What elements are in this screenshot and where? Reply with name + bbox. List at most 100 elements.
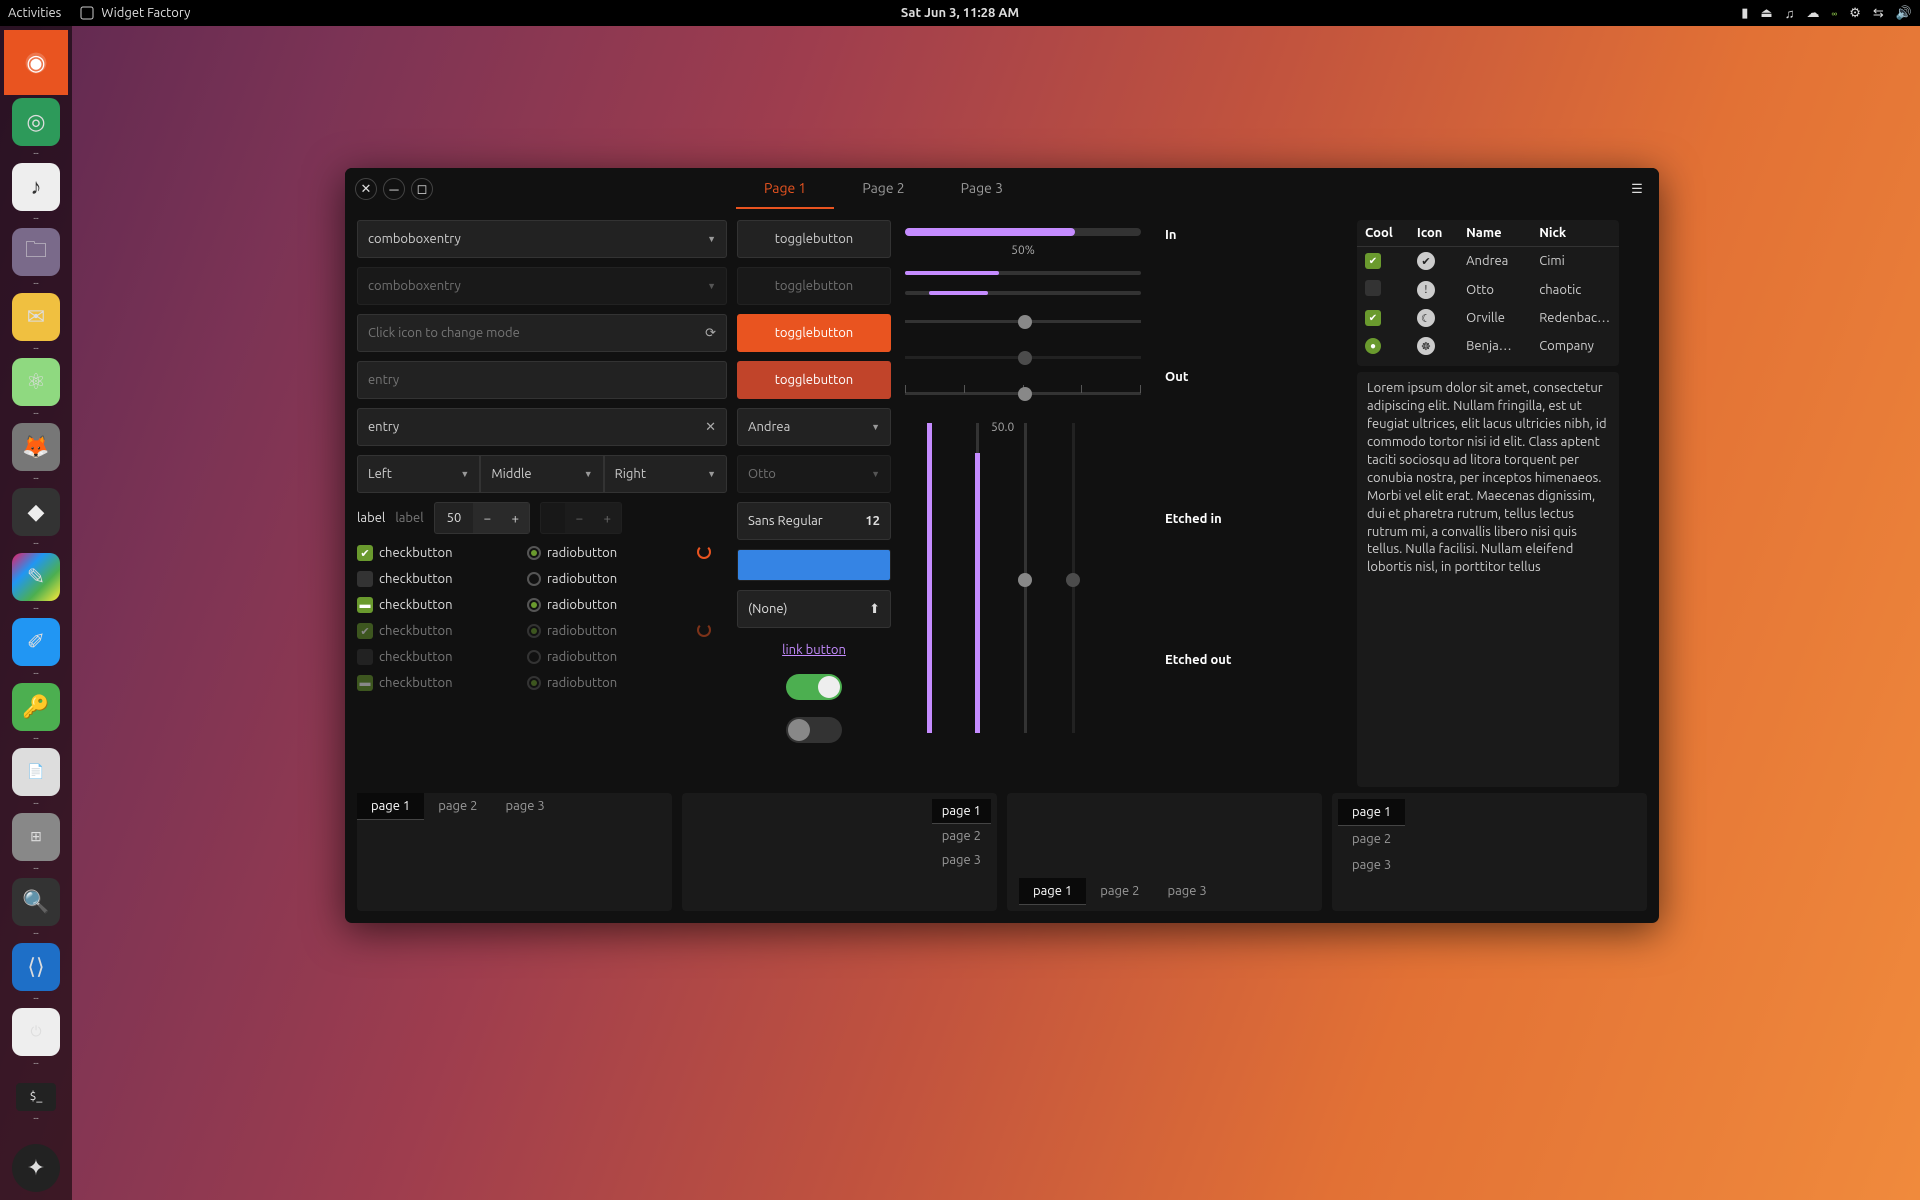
file-button[interactable]: (None) ⬆ <box>737 590 891 628</box>
dock-inkscape[interactable]: ◆-- <box>4 485 68 550</box>
dock-music[interactable]: ♪-- <box>4 160 68 225</box>
th-icon[interactable]: Icon <box>1409 220 1458 247</box>
dock-disk[interactable]: ⊞-- <box>4 810 68 875</box>
nbright-p2[interactable]: page 2 <box>932 824 991 848</box>
combo-right[interactable]: Right <box>604 455 727 493</box>
combo-left[interactable]: Left <box>357 455 480 493</box>
switch-off[interactable] <box>786 717 842 743</box>
hslider-ticks[interactable] <box>905 383 1141 403</box>
nbtop-p1[interactable]: page 1 <box>357 793 424 820</box>
progressbar-3 <box>905 291 1141 295</box>
nbbot-p1[interactable]: page 1 <box>1019 878 1086 905</box>
dock-compass[interactable]: ✦ <box>4 1135 68 1200</box>
checkbutton-1[interactable]: ✔checkbutton <box>357 545 527 561</box>
table-row[interactable]: ●☸Benja…Company <box>1357 332 1619 360</box>
dock-mail[interactable]: ✉-- <box>4 290 68 355</box>
nbright-p3[interactable]: page 3 <box>932 848 991 872</box>
nbtop-p2[interactable]: page 2 <box>424 793 491 820</box>
dock-files[interactable]: 🗀-- <box>4 225 68 290</box>
color-button[interactable] <box>737 549 891 581</box>
upload-icon: ⬆ <box>869 602 880 617</box>
entry-blank[interactable] <box>357 361 727 399</box>
battery-icon[interactable]: ▮ <box>1741 6 1748 21</box>
combo-middle[interactable]: Middle <box>480 455 603 493</box>
dock-doc[interactable]: 📄-- <box>4 745 68 810</box>
nbleft-p3[interactable]: page 3 <box>1338 852 1405 878</box>
maximize-button[interactable]: ◻ <box>411 178 433 200</box>
nbbot-p3[interactable]: page 3 <box>1154 878 1221 905</box>
notebook-right: page 1 page 2 page 3 <box>682 793 997 911</box>
dock-code[interactable]: ⟨⟩-- <box>4 940 68 1005</box>
combo-andrea[interactable]: Andrea <box>737 408 891 446</box>
header-tab-page3[interactable]: Page 3 <box>933 169 1031 209</box>
dock-atom[interactable]: ⚛-- <box>4 355 68 420</box>
header-tab-page1[interactable]: Page 1 <box>736 169 834 209</box>
radiobutton-1[interactable]: radiobutton <box>527 545 697 561</box>
settings-icon[interactable]: ⚙ <box>1849 6 1861 21</box>
font-button[interactable]: Sans Regular12 <box>737 502 891 540</box>
cloud-icon[interactable]: ☁ <box>1806 6 1819 21</box>
close-button[interactable]: ✕ <box>355 178 377 200</box>
spinbutton[interactable]: 50 − + <box>434 502 531 534</box>
nbleft-p1[interactable]: page 1 <box>1338 799 1405 826</box>
header-tab-page2[interactable]: Page 2 <box>834 169 932 209</box>
table-row[interactable]: !Ottochaotic <box>1357 275 1619 304</box>
vslider-3[interactable] <box>1015 423 1035 733</box>
hamburger-menu[interactable]: ☰ <box>1625 177 1649 201</box>
nbright-p1[interactable]: page 1 <box>932 799 991 824</box>
mode-entry[interactable]: ⟳ <box>357 314 727 352</box>
dock-toggle[interactable]: ⏻-- <box>4 1005 68 1070</box>
label-2: label <box>395 511 423 525</box>
clock[interactable]: Sat Jun 3, 11:28 AM <box>901 6 1019 20</box>
link-button[interactable]: link button <box>737 643 891 657</box>
comboboxentry-1[interactable]: comboboxentry <box>357 220 727 258</box>
dock-ubuntu[interactable]: ◉ <box>4 30 68 95</box>
th-nick[interactable]: Nick <box>1531 220 1619 247</box>
radiobutton-2[interactable]: radiobutton <box>527 571 697 587</box>
network-icon[interactable]: ⇆ <box>1873 6 1884 21</box>
nbleft-p2[interactable]: page 2 <box>1338 826 1405 852</box>
activities-button[interactable]: Activities <box>8 6 61 20</box>
spinner-icon-disabled <box>697 623 711 637</box>
table-row[interactable]: ✔✔AndreaCimi <box>1357 247 1619 276</box>
frame-in: In <box>1155 220 1347 362</box>
spin-minus-disabled: − <box>565 503 593 533</box>
nbbot-p2[interactable]: page 2 <box>1086 878 1153 905</box>
dock-terminal[interactable]: $_-- <box>4 1070 68 1135</box>
switch-on[interactable] <box>786 674 842 700</box>
togglebutton-1[interactable]: togglebutton <box>737 220 891 258</box>
th-name[interactable]: Name <box>1458 220 1531 247</box>
eject-icon[interactable]: ⏏ <box>1760 6 1772 21</box>
dock: ◉ ◎-- ♪-- 🗀-- ✉-- ⚛-- 🦊-- ◆-- ✎-- ✐-- 🔑-… <box>0 26 72 1200</box>
spin-minus[interactable]: − <box>473 503 501 533</box>
treeview[interactable]: Cool Icon Name Nick ✔✔AndreaCimi!Ottocha… <box>1357 220 1619 360</box>
table-row[interactable]: ✔☾OrvilleRedenbac… <box>1357 304 1619 332</box>
dock-gimp[interactable]: 🦊-- <box>4 420 68 485</box>
radiobutton-3[interactable]: radiobutton <box>527 597 697 613</box>
dock-chromium[interactable]: ◎-- <box>4 95 68 160</box>
hslider-1[interactable] <box>905 311 1141 331</box>
vslider-1[interactable] <box>919 423 939 733</box>
dock-search[interactable]: 🔍-- <box>4 875 68 940</box>
minimize-button[interactable]: ─ <box>383 178 405 200</box>
checkbutton-3[interactable]: ▬checkbutton <box>357 597 527 613</box>
music-icon[interactable]: ♫ <box>1785 6 1795 21</box>
dock-key[interactable]: 🔑-- <box>4 680 68 745</box>
spin-plus[interactable]: + <box>501 503 529 533</box>
togglebutton-suggested[interactable]: togglebutton <box>737 314 891 352</box>
th-cool[interactable]: Cool <box>1357 220 1409 247</box>
togglebutton-destructive[interactable]: togglebutton <box>737 361 891 399</box>
vslider-2[interactable]: 50.0 <box>967 423 987 733</box>
app-name[interactable]: Widget Factory <box>101 6 190 20</box>
refresh-icon[interactable]: ⟳ <box>705 326 716 341</box>
dock-color[interactable]: ✎-- <box>4 550 68 615</box>
volume-icon[interactable]: 🔊 <box>1896 6 1912 21</box>
dock-editor[interactable]: ✐-- <box>4 615 68 680</box>
radiobutton-4: radiobutton <box>527 623 697 639</box>
checkbutton-2[interactable]: checkbutton <box>357 571 527 587</box>
entry-filled[interactable]: ✕ <box>357 408 727 446</box>
nbtop-p3[interactable]: page 3 <box>492 793 559 820</box>
togglebutton-2: togglebutton <box>737 267 891 305</box>
clear-icon[interactable]: ✕ <box>705 420 716 435</box>
nvidia-icon[interactable]: ∞ <box>1831 8 1837 19</box>
